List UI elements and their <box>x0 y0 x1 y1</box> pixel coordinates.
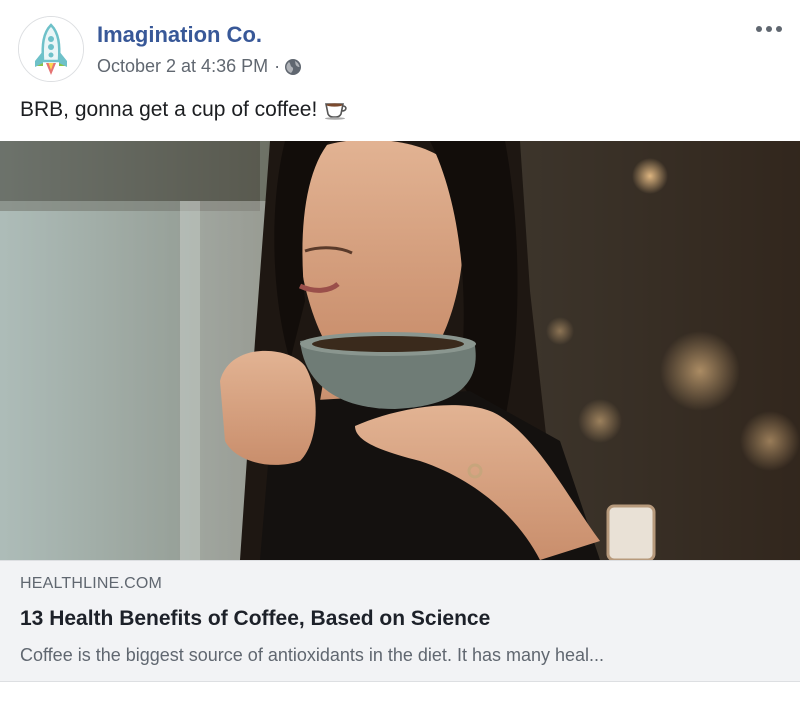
status-text: BRB, gonna get a cup of coffee! <box>20 98 318 121</box>
globe-icon[interactable] <box>284 58 302 76</box>
link-preview-image[interactable] <box>0 141 800 560</box>
more-options-icon[interactable] <box>754 22 784 36</box>
meta-separator: · <box>274 56 281 76</box>
page-name-link[interactable]: Imagination Co. <box>97 22 262 48</box>
coffee-cup-icon <box>325 103 347 120</box>
link-title[interactable]: 13 Health Benefits of Coffee, Based on S… <box>20 607 490 631</box>
link-description: Coffee is the biggest source of antioxid… <box>20 645 605 665</box>
rocket-logo-icon <box>19 17 83 81</box>
post-timestamp[interactable]: October 2 at 4:36 PM <box>97 56 268 77</box>
link-domain: HEALTHLINE.COM <box>20 575 163 592</box>
post-meta: October 2 at 4:36 PM · <box>97 56 302 77</box>
post-status: BRB, gonna get a cup of coffee! <box>20 98 349 122</box>
woman-drinking-coffee-photo <box>0 141 800 560</box>
page-avatar[interactable] <box>18 16 84 82</box>
post-header: Imagination Co. October 2 at 4:36 PM · <box>16 14 786 84</box>
feed-post: Imagination Co. October 2 at 4:36 PM · B… <box>0 0 800 704</box>
link-preview-details[interactable]: HEALTHLINE.COM 13 Health Benefits of Cof… <box>0 560 800 682</box>
